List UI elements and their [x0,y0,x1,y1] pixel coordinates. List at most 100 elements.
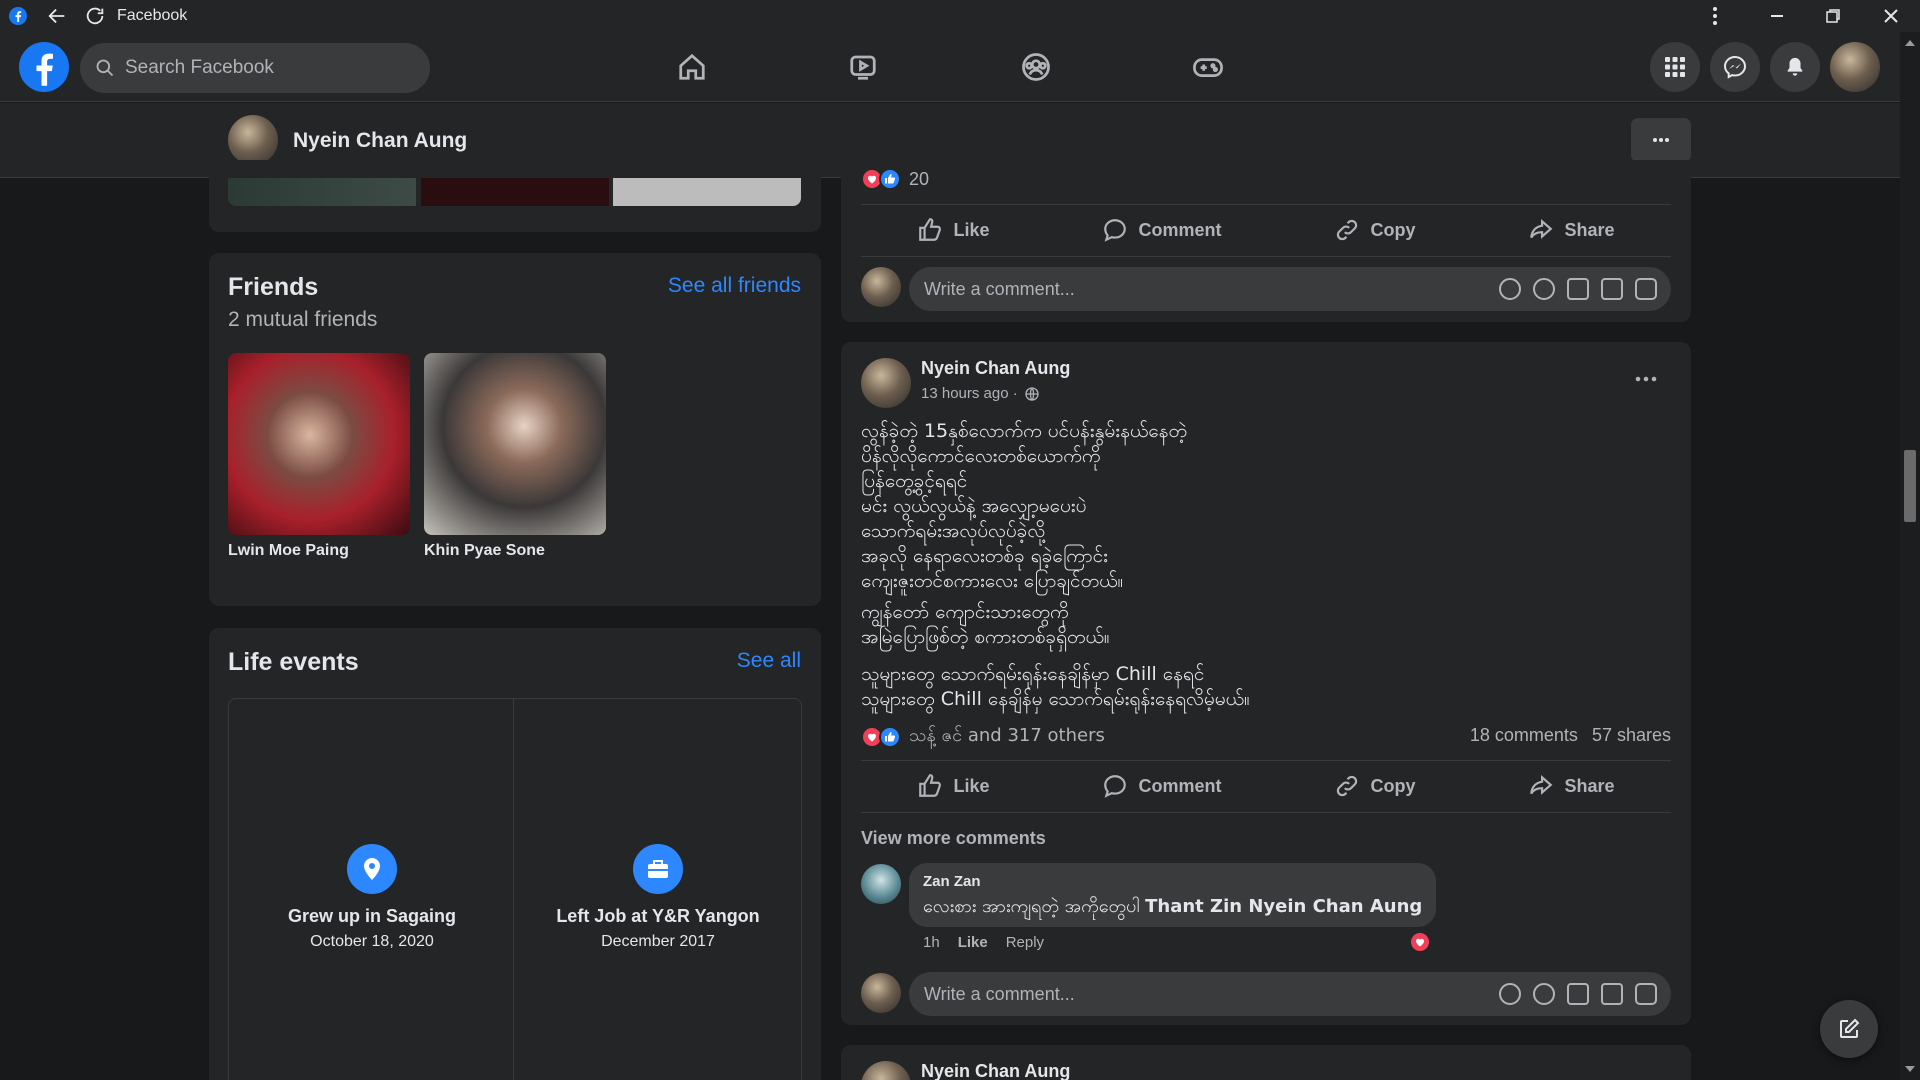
gif-icon[interactable] [1601,278,1623,300]
share-button[interactable]: Share [1528,773,1614,799]
post-timestamp[interactable]: 13 hours ago · [921,385,1040,402]
top-navigation: Search Facebook [0,32,1900,102]
write-comment-input[interactable]: Write a comment... [909,972,1671,1016]
comment-mention[interactable]: Thant Zin Nyein Chan Aung [1145,896,1422,917]
home-icon[interactable] [667,42,717,92]
profile-more-button[interactable] [1631,118,1691,162]
shares-count[interactable]: 57 shares [1592,725,1671,746]
comment-label: Comment [1138,219,1222,240]
life-event-item[interactable]: Left Job at Y&R Yangon December 2017 [514,698,802,1080]
mutual-friends-count: 2 mutual friends [228,308,378,331]
minimize-icon[interactable] [1762,0,1792,32]
vertical-scrollbar[interactable] [1900,32,1920,1080]
facebook-logo-icon [6,0,30,32]
profile-avatar[interactable] [228,115,278,165]
thumbs-up-icon [919,774,942,797]
search-placeholder: Search Facebook [125,57,274,78]
commenter-avatar[interactable] [861,267,901,307]
comment-placeholder: Write a comment... [924,278,1075,299]
more-dots-icon [1635,376,1657,382]
post-options-button[interactable] [1626,364,1666,394]
comment-bubble: Zan Zan လေးစား အားကျရတဲ့ အကိုတွေပါ Thant… [909,863,1437,927]
divider [861,256,1671,257]
gaming-icon[interactable] [1183,42,1233,92]
comment-reply-link[interactable]: Reply [1006,934,1044,951]
comment-like-link[interactable]: Like [958,934,988,951]
menu-grid-icon[interactable] [1650,42,1700,92]
comment-meta: 1h Like Reply [923,934,1044,951]
reactions-summary[interactable]: သန့် ဇင် and 317 others [861,723,1105,750]
avatar-sticker-icon[interactable] [1499,983,1521,1005]
post-text-paragraph: သူများတွေ သောက်ရမ်းရုန်းနေချိန်မှာ Chill… [861,663,1250,710]
facebook-home-logo-icon[interactable] [19,42,69,92]
friend-name[interactable]: Lwin Moe Paing [228,542,349,560]
friend-name[interactable]: Khin Pyae Sone [424,542,545,560]
sticker-icon[interactable] [1635,983,1657,1005]
comments-count[interactable]: 18 comments [1470,725,1578,746]
new-message-button[interactable] [1820,1000,1878,1058]
commenter-avatar[interactable] [861,973,901,1013]
see-all-life-events-link[interactable]: See all [737,649,801,673]
friend-photo[interactable] [228,353,410,535]
post-author-avatar[interactable] [861,1061,911,1080]
avatar-sticker-icon[interactable] [1499,278,1521,300]
scroll-up-arrow-icon[interactable] [1905,40,1915,46]
messenger-icon[interactable] [1710,42,1760,92]
see-all-friends-link[interactable]: See all friends [668,274,801,298]
comment-placeholder: Write a comment... [924,983,1075,1004]
comment-time[interactable]: 1h [923,934,940,951]
account-avatar[interactable] [1830,42,1880,92]
post-author-name[interactable]: Nyein Chan Aung [921,358,1070,379]
life-event-title: Grew up in Sagaing [287,906,457,926]
copy-link-button[interactable]: Copy [1334,217,1415,243]
like-button[interactable]: Like [917,217,990,243]
friends-card: Friends See all friends 2 mutual friends… [209,253,821,606]
watch-video-icon[interactable] [838,42,888,92]
view-more-comments-link[interactable]: View more comments [861,828,1046,849]
photo-thumbnail[interactable] [613,178,801,206]
link-icon [1337,219,1358,241]
comment-love-reaction-icon[interactable] [1409,931,1431,953]
comment-author-avatar[interactable] [861,864,901,904]
profile-name[interactable]: Nyein Chan Aung [293,129,467,153]
scroll-down-arrow-icon[interactable] [1905,1066,1915,1072]
photo-thumbnail[interactable] [228,178,416,206]
life-event-item[interactable]: Grew up in Sagaing October 18, 2020 [228,698,514,1080]
post-author-name[interactable]: Nyein Chan Aung [921,1061,1070,1080]
notifications-bell-icon[interactable] [1770,42,1820,92]
back-arrow-icon[interactable] [42,0,72,32]
window-titlebar: Facebook [0,0,1920,32]
comment-author-name[interactable]: Zan Zan [923,873,1422,890]
comment-body: လေးစား အားကျရတဲ့ အကိုတွေပါ [923,896,1146,917]
divider [861,812,1671,813]
share-button[interactable]: Share [1528,217,1614,243]
copy-link-button[interactable]: Copy [1334,773,1415,799]
kebab-menu-icon[interactable] [1700,0,1730,32]
reactions-summary[interactable]: 20 [861,168,929,190]
camera-icon[interactable] [1567,983,1589,1005]
location-pin-icon [347,844,397,894]
gif-icon[interactable] [1601,983,1623,1005]
photo-thumbnail[interactable] [421,178,609,206]
comment-button[interactable]: Comment [1102,217,1222,243]
scrollbar-thumb[interactable] [1904,450,1916,522]
emoji-icon[interactable] [1533,278,1555,300]
comment-bubble-icon [1104,219,1127,242]
like-button[interactable]: Like [917,773,990,799]
post-author-avatar[interactable] [861,358,911,408]
write-comment-input[interactable]: Write a comment... [909,267,1671,311]
reload-icon[interactable] [80,0,110,32]
comment-tools [1499,278,1671,300]
search-icon [96,59,114,77]
groups-icon[interactable] [1011,42,1061,92]
comment-button[interactable]: Comment [1102,773,1222,799]
post-text-paragraph: လွန်ခဲ့တဲ့ 15နှစ်လောက်က ပင်ပန်းနွမ်းနယ်န… [861,420,1188,592]
emoji-icon[interactable] [1533,983,1555,1005]
restore-icon[interactable] [1818,0,1848,32]
camera-icon[interactable] [1567,278,1589,300]
friend-photo[interactable] [424,353,606,535]
reactions-count: 20 [909,168,930,189]
search-input[interactable]: Search Facebook [80,43,430,93]
close-icon[interactable] [1876,0,1906,32]
sticker-icon[interactable] [1635,278,1657,300]
